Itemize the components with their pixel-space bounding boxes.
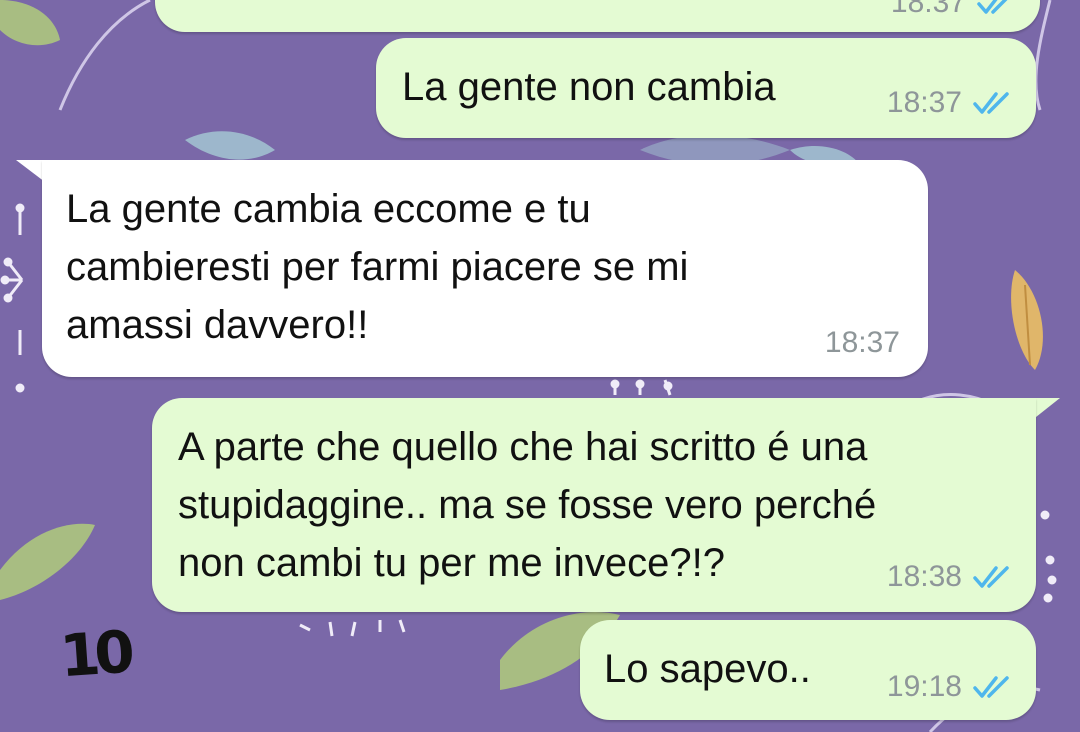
message-time: 18:38: [886, 560, 962, 593]
message-text: La gente non cambia: [402, 65, 776, 109]
message-time: 18:37: [886, 86, 962, 119]
message-meta: 18:38: [887, 560, 1016, 594]
message-text: La gente cambia eccome e tu cambieresti …: [66, 187, 689, 347]
message-bubble-outgoing[interactable]: Lo sapevo.. 19:18: [580, 620, 1036, 720]
message-time: 18:37: [824, 326, 900, 359]
message-text: A parte che quello che hai scritto é una…: [178, 425, 877, 585]
double-check-icon: [973, 566, 1009, 588]
double-check-icon: [973, 676, 1009, 698]
message-text: Lo sapevo..: [604, 647, 811, 691]
message-meta: 18:37: [891, 0, 1020, 20]
message-bubble-outgoing[interactable]: A parte che quello che hai scritto é una…: [152, 398, 1036, 612]
message-meta: 18:37: [825, 326, 900, 360]
message-bubble-outgoing[interactable]: 18:37: [155, 0, 1040, 32]
message-time: 19:18: [886, 670, 962, 703]
message-meta: 18:37: [887, 86, 1016, 120]
handwritten-number: 10: [57, 617, 132, 691]
message-time: 18:37: [890, 0, 966, 19]
message-bubble-outgoing[interactable]: La gente non cambia 18:37: [376, 38, 1036, 138]
double-check-icon: [973, 92, 1009, 114]
message-bubble-incoming[interactable]: La gente cambia eccome e tu cambieresti …: [42, 160, 928, 377]
message-meta: 19:18: [887, 670, 1016, 704]
double-check-icon: [977, 0, 1008, 14]
